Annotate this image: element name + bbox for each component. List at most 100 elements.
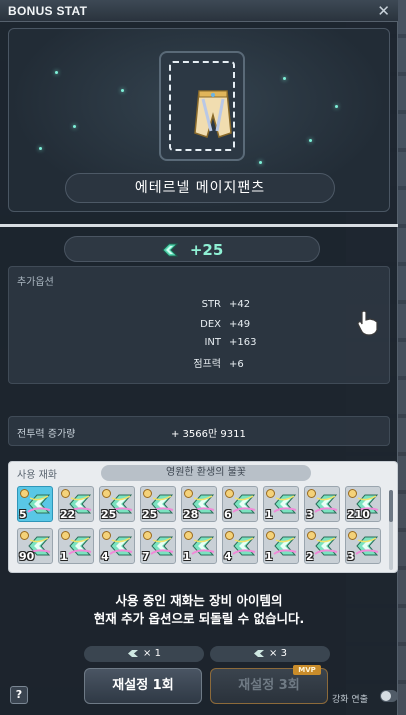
materials-panel: 사용 재화 영원한 환생의 불꽃 5 22 25 25 28 6 1 3 210 90 1 4 7 1 4 1… [8,461,398,573]
materials-label: 사용 재화 [17,470,57,481]
combat-power-panel: 전투력 증가량 + 3566만 9311 [8,416,390,446]
material-slot[interactable]: 25 [99,486,135,522]
window-title: BONUS STAT [8,4,88,18]
material-slot[interactable]: 1 [263,486,299,522]
material-slot[interactable]: 90 [17,528,53,564]
material-count: 25 [101,508,117,521]
material-slot[interactable]: 210 [345,486,381,522]
warning-message: 사용 중인 재화는 장비 아이템의 현재 추가 옵션으로 되돌릴 수 없습니다. [0,592,398,628]
close-x-icon[interactable]: ✕ [377,2,390,20]
material-count: 1 [183,550,191,563]
sparkle-icon [121,89,124,92]
option-value: +42 [229,299,251,310]
cost-one-value: × 1 [143,648,161,659]
rebirth-flame-icon [314,494,338,514]
sparkle-icon [335,105,338,108]
material-count: 1 [60,550,68,563]
option-key: STR [201,299,221,310]
rebirth-flame-icon [273,494,297,514]
material-slot[interactable]: 3 [304,486,340,522]
option-value: +6 [229,359,244,370]
material-slot[interactable]: 5 [17,486,53,522]
sparkle-icon [55,71,58,74]
material-count: 6 [224,508,232,521]
material-count: 5 [19,508,27,521]
title-bar: BONUS STAT ✕ [0,0,398,22]
materials-grid: 5 22 25 25 28 6 1 3 210 90 1 4 7 1 4 1 2 3 [17,486,393,570]
rebirth-flame-icon [273,536,297,556]
item-slot[interactable] [159,51,245,161]
material-slot[interactable]: 6 [222,486,258,522]
material-slot[interactable]: 1 [58,528,94,564]
material-count: 25 [142,508,158,521]
option-value: +163 [229,337,257,348]
enhance-effect-label: 강화 연출 [332,695,368,705]
cost-one: × 1 [84,646,204,662]
option-value: +49 [229,319,251,330]
enhance-effect-toggle[interactable] [380,690,398,702]
material-slot[interactable]: 1 [181,528,217,564]
option-row: DEX +49 [169,319,289,330]
help-button[interactable]: ? [10,686,28,704]
material-count: 90 [19,550,35,563]
material-slot[interactable]: 3 [345,528,381,564]
material-slot[interactable]: 4 [99,528,135,564]
bonus-stat-bar: +25 [64,236,320,262]
flame-cost-icon [254,649,265,657]
material-slot[interactable]: 25 [140,486,176,522]
bonus-stat-value: +25 [189,240,224,259]
material-count: 3 [347,550,355,563]
flame-cost-icon [128,649,139,657]
cost-three-value: × 3 [269,648,287,659]
reset-once-button[interactable]: 재설정 1회 [84,668,202,704]
material-count: 1 [265,508,273,521]
materials-scroll-thumb[interactable] [389,490,393,522]
option-row: STR +42 [169,299,289,310]
option-key: DEX [200,319,221,330]
toggle-knob [381,691,391,701]
options-panel: 추가옵션 STR +42 DEX +49 INT +163 점프력 +6 [8,266,390,384]
material-count: 3 [306,508,314,521]
sparkle-icon [39,147,42,150]
option-key: INT [204,337,221,348]
material-count: 1 [265,550,273,563]
materials-title: 영원한 환생의 불꽃 [101,465,311,481]
options-label: 추가옵션 [17,277,54,288]
divider [0,224,398,227]
material-slot[interactable]: 4 [222,528,258,564]
rebirth-flame-icon [232,494,256,514]
item-slot-border [169,61,235,151]
rebirth-flame-icon [68,536,92,556]
cost-three: × 3 [210,646,330,662]
reset-three-label: 재설정 3회 [238,678,300,693]
material-slot[interactable]: 2 [304,528,340,564]
item-panel: 에테르넬 메이지팬츠 [8,28,390,212]
material-slot[interactable]: 1 [263,528,299,564]
material-slot[interactable]: 22 [58,486,94,522]
mage-pants-icon [194,90,232,138]
sparkle-icon [259,161,262,164]
material-count: 2 [306,550,314,563]
sparkle-icon [73,125,76,128]
rebirth-flame-icon [150,536,174,556]
rebirth-flame-icon [191,536,215,556]
warning-line-1: 사용 중인 재화는 장비 아이템의 [115,593,283,608]
bonus-stat-icon [162,243,178,256]
reset-three-button[interactable]: 재설정 3회 MVP [210,665,328,704]
rebirth-flame-icon [355,536,379,556]
warning-line-2: 현재 추가 옵션으로 되돌릴 수 없습니다. [93,611,305,626]
hand-cursor-icon [357,310,378,336]
material-count: 22 [60,508,76,521]
option-key: 점프력 [193,359,221,370]
material-count: 210 [347,508,370,521]
material-count: 28 [183,508,199,521]
item-name: 에테르넬 메이지팬츠 [65,173,335,203]
combat-power-label: 전투력 증가량 [17,429,76,440]
rebirth-flame-icon [27,494,51,514]
bonus-stat-window: BONUS STAT ✕ 에테르넬 메이지팬츠 +25 추가옵션 STR +42… [0,0,398,715]
rebirth-flame-icon [314,536,338,556]
material-slot[interactable]: 7 [140,528,176,564]
combat-power-value: + 3566만 9311 [171,429,246,440]
material-slot[interactable]: 28 [181,486,217,522]
material-count: 4 [224,550,232,563]
